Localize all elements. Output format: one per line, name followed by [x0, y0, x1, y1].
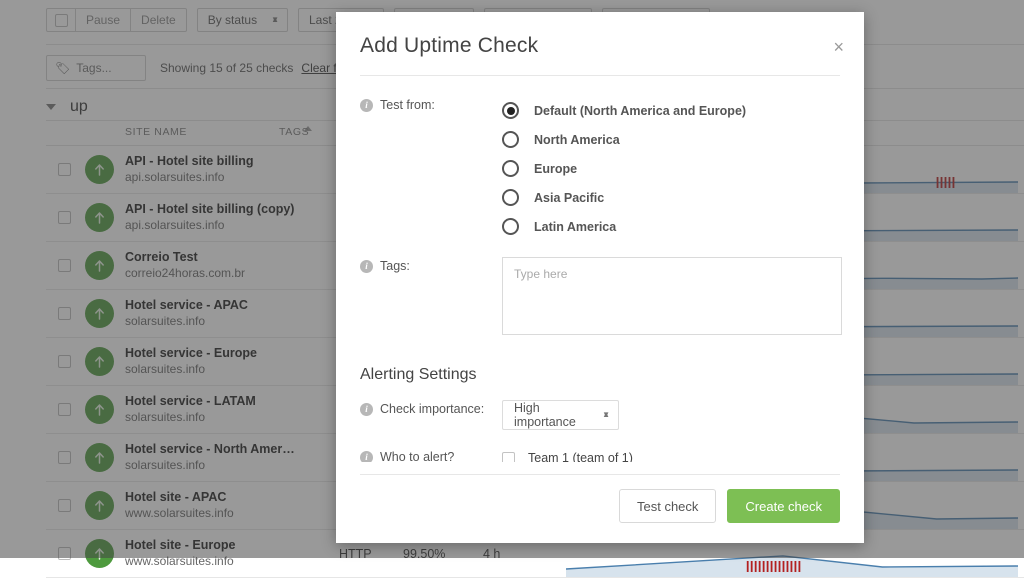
info-icon[interactable]: i — [360, 451, 373, 463]
alerting-settings-title: Alerting Settings — [360, 366, 840, 384]
dialog-footer: Test check Create check — [336, 475, 864, 543]
info-icon[interactable]: i — [360, 403, 373, 416]
check-importance-label-group: i Check importance: — [360, 400, 502, 416]
checkbox-box — [502, 452, 515, 463]
radio-option-label: Latin America — [534, 220, 616, 234]
radio-option-1[interactable]: North America — [502, 125, 840, 154]
radio-option-label: Europe — [534, 162, 577, 176]
radio-indicator — [502, 189, 519, 206]
add-uptime-check-dialog: Add Uptime Check × i Test from: Default … — [336, 12, 864, 543]
radio-indicator — [502, 218, 519, 235]
radio-option-label: Default (North America and Europe) — [534, 104, 746, 118]
tags-label: Tags: — [380, 259, 410, 273]
dialog-header: Add Uptime Check × — [336, 12, 864, 58]
app-root: Pause Delete By status ▲▼ Last 24 h 🏷 Ta… — [0, 0, 1024, 558]
radio-option-2[interactable]: Europe — [502, 154, 840, 183]
check-importance-label: Check importance: — [380, 402, 484, 416]
radio-option-0[interactable]: Default (North America and Europe) — [502, 96, 840, 125]
tags-control — [502, 257, 842, 340]
radio-indicator — [502, 160, 519, 177]
test-check-button[interactable]: Test check — [619, 489, 716, 523]
radio-option-4[interactable]: Latin America — [502, 212, 840, 241]
dialog-body: i Test from: Default (North America and … — [336, 76, 864, 462]
teams-checkbox-group: Team 1 (team of 1)Team Demo (team of 4) — [502, 448, 840, 462]
check-importance-field: i Check importance: High importance ▲▼ — [360, 400, 840, 430]
radio-option-label: Asia Pacific — [534, 191, 604, 205]
info-icon[interactable]: i — [360, 99, 373, 112]
tags-input[interactable] — [502, 257, 842, 335]
team-checkbox-label: Team 1 (team of 1) — [528, 451, 633, 462]
close-icon[interactable]: × — [833, 38, 844, 56]
tags-label-group: i Tags: — [360, 257, 502, 273]
who-to-alert-label: Who to alert? — [380, 450, 454, 462]
dialog-title: Add Uptime Check — [360, 34, 840, 58]
test-from-label-group: i Test from: — [360, 96, 502, 112]
create-check-button[interactable]: Create check — [727, 489, 840, 523]
test-from-label: Test from: — [380, 98, 435, 112]
team-checkbox-row-0[interactable]: Team 1 (team of 1) — [502, 448, 840, 462]
info-icon[interactable]: i — [360, 260, 373, 273]
tags-field: i Tags: — [360, 257, 840, 340]
test-from-field: i Test from: Default (North America and … — [360, 96, 840, 241]
radio-indicator — [502, 131, 519, 148]
radio-option-label: North America — [534, 133, 620, 147]
radio-indicator — [502, 102, 519, 119]
check-importance-value: High importance — [514, 401, 602, 429]
check-importance-select[interactable]: High importance ▲▼ — [502, 400, 619, 430]
who-to-alert-field: i Who to alert? Team 1 (team of 1)Team D… — [360, 448, 840, 462]
radio-option-3[interactable]: Asia Pacific — [502, 183, 840, 212]
check-importance-control: High importance ▲▼ — [502, 400, 840, 430]
who-to-alert-label-group: i Who to alert? — [360, 448, 502, 462]
test-from-radio-group: Default (North America and Europe) North … — [502, 96, 840, 241]
